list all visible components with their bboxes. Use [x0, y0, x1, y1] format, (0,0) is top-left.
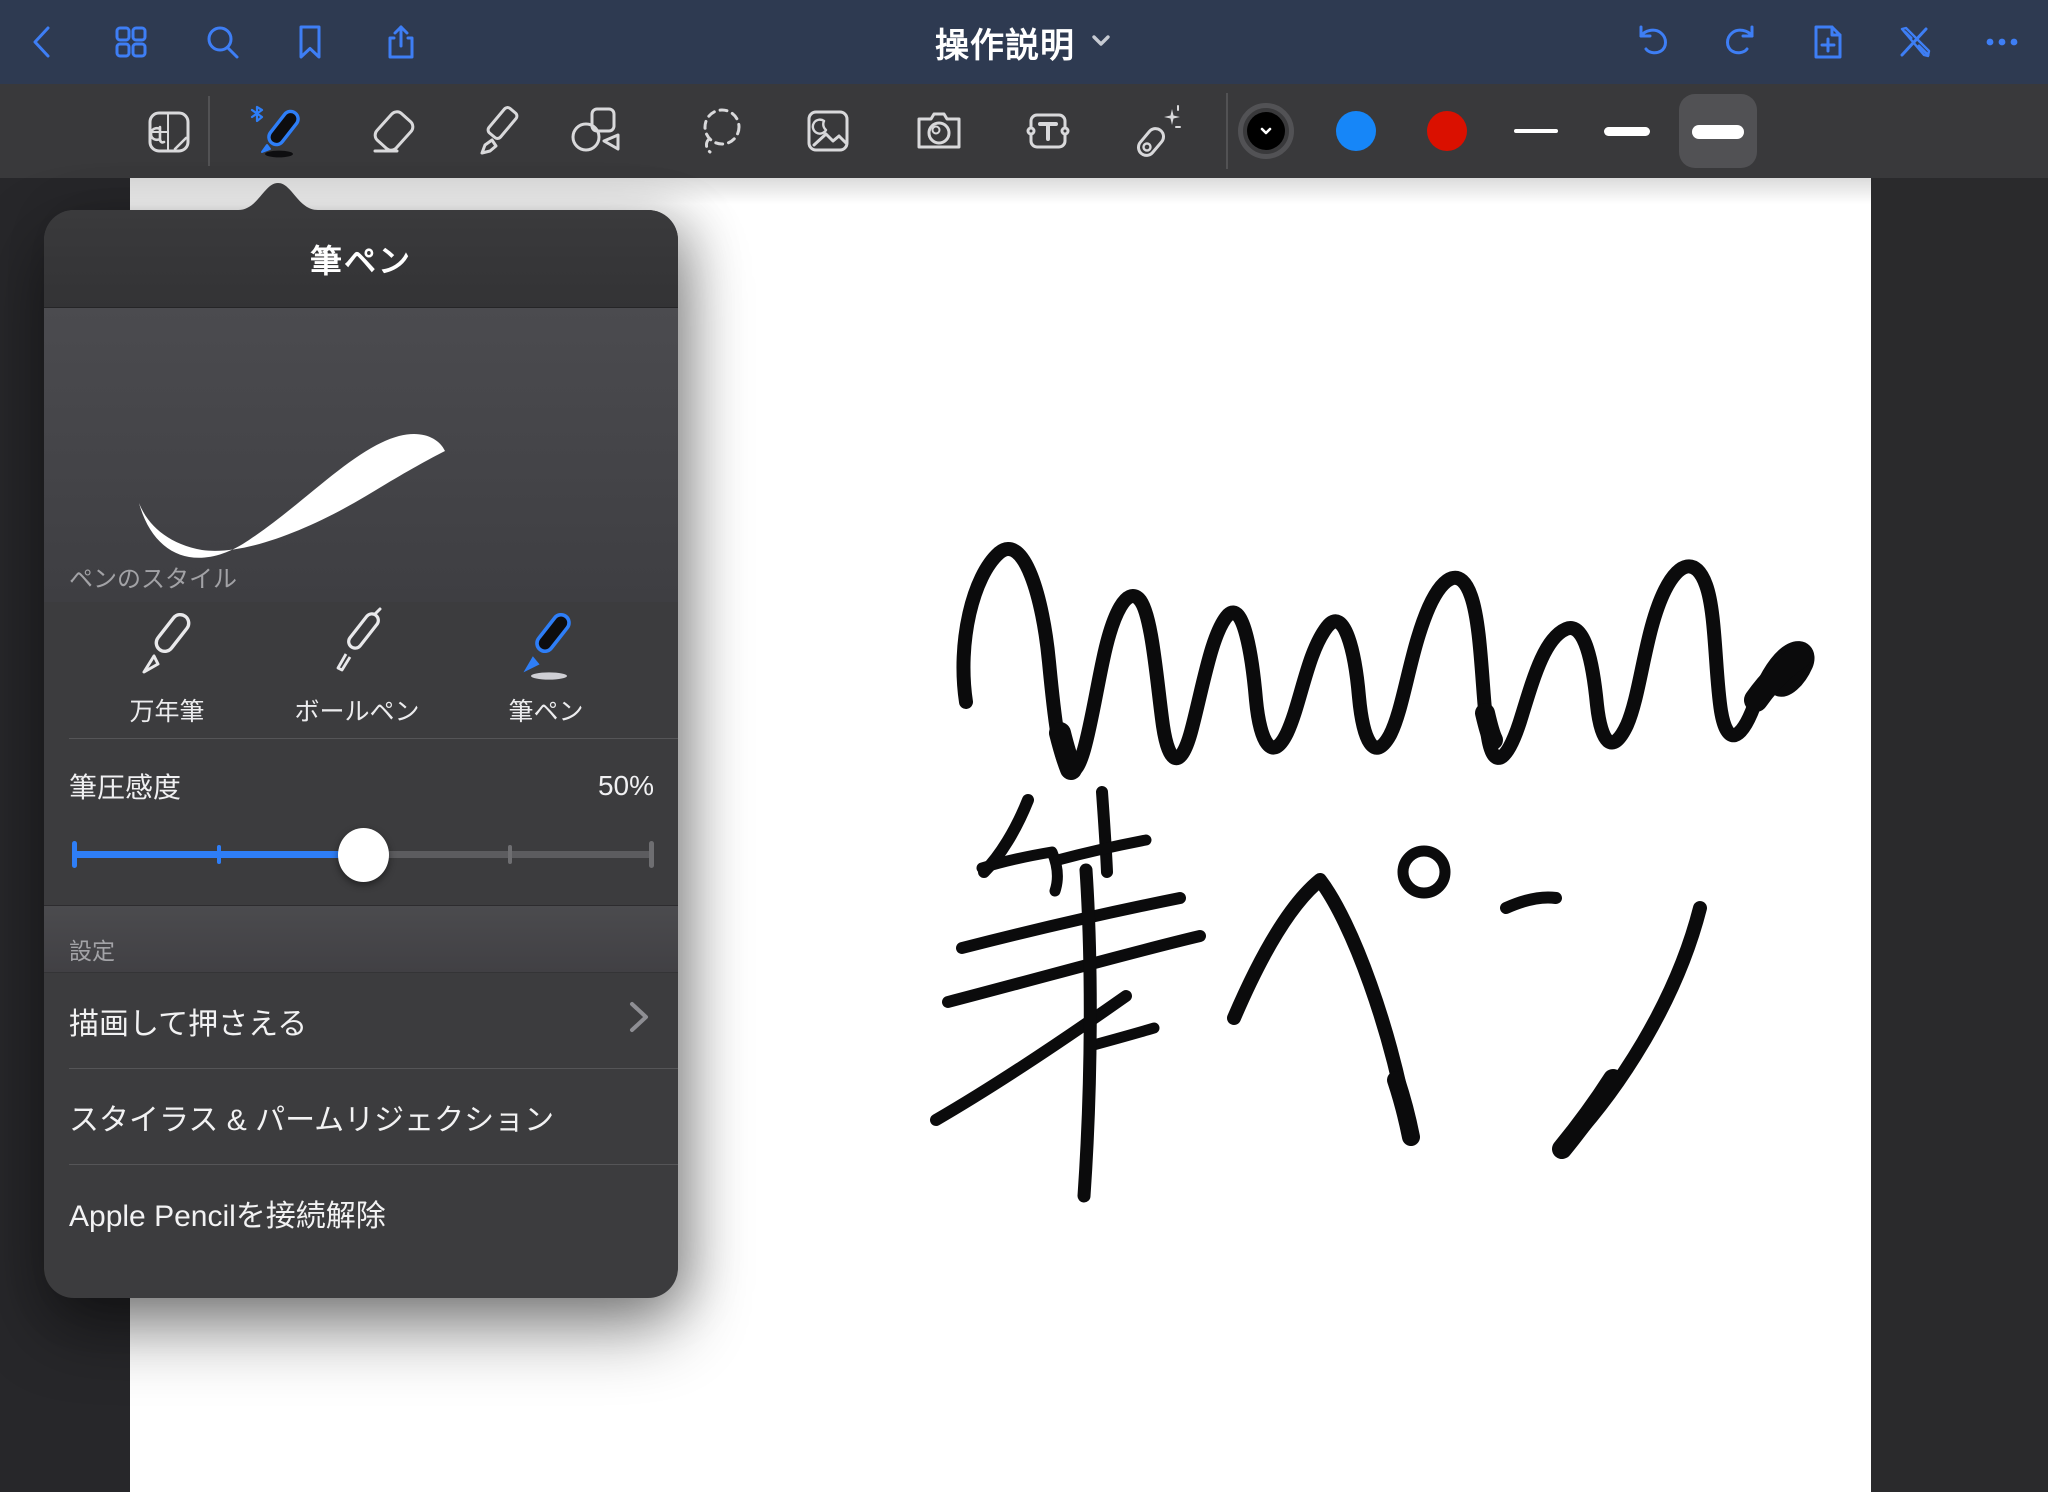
thickness-thick-selected[interactable]: [1679, 94, 1757, 168]
handwriting-convert-tool[interactable]: [136, 99, 200, 163]
canvas-margin-right: [1871, 178, 2048, 1492]
pen-style-fountain[interactable]: 万年筆: [72, 602, 262, 738]
handwritten-char-n: [1506, 897, 1700, 1150]
drawing-toolbar: [0, 84, 2048, 178]
pen-style-row: 万年筆 ボールペン 筆ペン: [44, 602, 678, 738]
settings-section-band: 設定: [44, 905, 678, 973]
fountain-pen-icon: [128, 606, 206, 690]
toolbar-divider: [208, 96, 210, 166]
redo-button[interactable]: [1718, 20, 1762, 64]
undo-button[interactable]: [1631, 20, 1675, 64]
pen-style-label: ボールペン: [294, 692, 419, 728]
pen-settings-popover: 筆ペン ペンのスタイル 万年筆 ボールペン: [44, 210, 678, 1298]
setting-row-draw-and-hold[interactable]: 描画して押さえる: [44, 973, 678, 1068]
pressure-value: 50%: [598, 770, 654, 802]
brush-stroke-preview: [44, 308, 678, 602]
eraser-tool[interactable]: [361, 99, 425, 163]
camera-icon: [909, 101, 969, 161]
more-button[interactable]: [1980, 20, 2024, 64]
pressure-row: 筆圧感度 50%: [69, 766, 654, 806]
color-swatch-blue[interactable]: [1336, 111, 1376, 151]
chevron-down-icon: [1089, 28, 1113, 57]
ballpoint-pen-icon: [318, 606, 396, 690]
lasso-icon: [691, 101, 751, 161]
brush-pen-icon: [507, 606, 585, 690]
handwriting-convert-icon: [138, 101, 198, 161]
navigation-bar: 操作説明: [0, 0, 2048, 84]
thickness-thick-line: [1692, 125, 1744, 139]
popover-header: 筆ペン: [44, 210, 678, 308]
slider-tick-75: [508, 845, 512, 864]
camera-tool[interactable]: [907, 99, 971, 163]
text-tool[interactable]: [1016, 99, 1080, 163]
slider-start-cap: [72, 841, 77, 868]
redo-icon: [1718, 20, 1762, 64]
popover-title: 筆ペン: [310, 236, 412, 282]
setting-row-stylus-palm-rejection[interactable]: スタイラス & パームリジェクション: [44, 1069, 678, 1164]
pen-style-label: 筆ペン: [508, 692, 583, 728]
text-icon: [1018, 101, 1078, 161]
handwritten-char-pe: [1234, 851, 1445, 1138]
handwritten-char-fude: [936, 792, 1200, 1196]
setting-row-label: Apple Pencilを接続解除: [69, 1191, 386, 1235]
setting-row-disconnect-apple-pencil[interactable]: Apple Pencilを接続解除: [44, 1165, 678, 1260]
settings-header: 設定: [69, 932, 115, 966]
color-swatch-black-selected[interactable]: [1238, 103, 1294, 159]
pen-style-label: 万年筆: [129, 692, 204, 728]
page-title: 操作説明: [935, 18, 1075, 67]
bluetooth-pen-icon: [245, 101, 305, 161]
popover-arrow: [238, 179, 318, 210]
pen-style-ballpoint[interactable]: ボールペン: [262, 602, 452, 738]
setting-row-label: 描画して押さえる: [69, 999, 307, 1043]
undo-icon: [1631, 20, 1675, 64]
laser-pointer-tool[interactable]: [1124, 99, 1188, 163]
add-page-button[interactable]: [1806, 20, 1850, 64]
ellipsis-icon: [1980, 20, 2024, 64]
slider-tick-25: [217, 845, 221, 864]
shapes-icon: [566, 101, 626, 161]
chevron-down-icon: [1258, 123, 1274, 139]
chevron-right-icon: [626, 1000, 652, 1042]
lasso-tool[interactable]: [689, 99, 753, 163]
slider-knob[interactable]: [338, 828, 389, 882]
laser-pointer-icon: [1126, 101, 1186, 161]
add-page-icon: [1806, 20, 1850, 64]
pen-style-brush-selected[interactable]: 筆ペン: [451, 602, 641, 738]
scribble-stroke: [963, 549, 1807, 771]
image-tool[interactable]: [796, 99, 860, 163]
setting-row-label: スタイラス & パームリジェクション: [69, 1095, 554, 1139]
separator: [69, 738, 678, 739]
pressure-label: 筆圧感度: [69, 766, 181, 806]
toolbar-divider: [1226, 93, 1228, 169]
pen-disable-button[interactable]: [1893, 20, 1937, 64]
eraser-icon: [363, 101, 423, 161]
image-icon: [798, 101, 858, 161]
thickness-medium[interactable]: [1604, 127, 1650, 136]
stroke-preview: ペンのスタイル: [44, 308, 678, 602]
slider-end-cap: [649, 841, 654, 868]
pen-style-section-label: ペンのスタイル: [69, 559, 237, 594]
thickness-thin[interactable]: [1514, 129, 1558, 133]
highlighter-tool[interactable]: [468, 99, 532, 163]
pen-crossed-icon: [1893, 20, 1937, 64]
color-swatch-red[interactable]: [1427, 111, 1467, 151]
highlighter-icon: [470, 101, 530, 161]
shapes-tool[interactable]: [564, 99, 628, 163]
pen-tool-selected[interactable]: [243, 99, 307, 163]
black-swatch: [1247, 112, 1285, 150]
pressure-slider[interactable]: [72, 826, 654, 882]
